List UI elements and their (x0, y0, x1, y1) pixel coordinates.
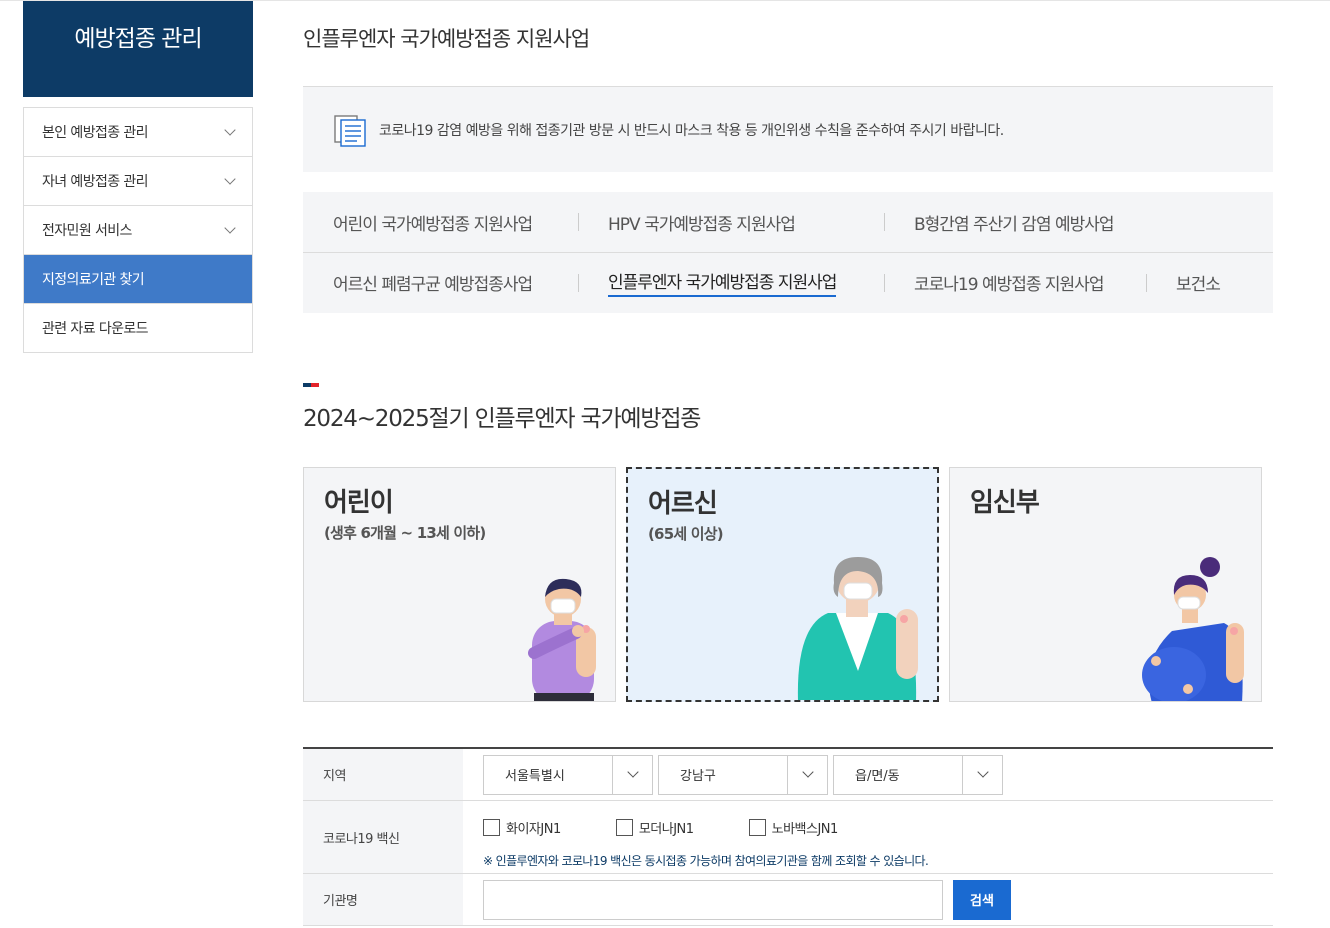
chevron-down-icon (962, 755, 1002, 794)
tab-divider (578, 213, 579, 231)
tab-row: 어린이 국가예방접종 지원사업 HPV 국가예방접종 지원사업 B형간염 주산기… (303, 192, 1273, 252)
checkbox-box[interactable] (483, 819, 500, 836)
sidebar-item-self-vaccination[interactable]: 본인 예방접종 관리 (24, 108, 252, 157)
tab-hepatitis-b-program[interactable]: B형간염 주산기 감염 예방사업 (914, 210, 1115, 235)
checkbox-box[interactable] (748, 819, 766, 836)
page: 예방접종 관리 본인 예방접종 관리 자녀 예방접종 관리 전자민원 서비스 지… (0, 0, 1330, 928)
checkbox-moderna[interactable]: 모더나JN1 (615, 818, 694, 837)
tab-pneumococcal-program[interactable]: 어르신 폐렴구균 예방접종사업 (333, 270, 533, 295)
tab-row: 어르신 폐렴구균 예방접종사업 인플루엔자 국가예방접종 지원사업 코로나19 … (303, 252, 1273, 312)
form-row-region: 지역 서울특별시 강남구 읍/면/동 (303, 749, 1273, 801)
card-title: 어린이 (324, 488, 394, 518)
sidebar-item-find-clinic[interactable]: 지정의료기관 찾기 (24, 255, 252, 304)
notice-text: 코로나19 감염 예방을 위해 접종기관 방문 시 반드시 마스크 착용 등 개… (379, 122, 1004, 139)
card-subtitle: (65세 이상) (648, 525, 724, 543)
section-title: 2024~2025절기 인플루엔자 국가예방접종 (303, 406, 701, 432)
senior-illustration (797, 557, 918, 700)
form-row-name: 기관명 검색 (303, 874, 1273, 926)
sidebar-item-label: 자녀 예방접종 관리 (42, 174, 149, 190)
select-value: 강남구 (680, 769, 716, 784)
tab-health-center[interactable]: 보건소 (1176, 270, 1221, 295)
child-illustration (528, 578, 596, 701)
tab-hpv-program[interactable]: HPV 국가예방접종 지원사업 (608, 210, 796, 235)
chevron-down-icon (787, 755, 827, 794)
sidebar-item-e-civil-service[interactable]: 전자민원 서비스 (24, 206, 252, 255)
sidebar-item-label: 관련 자료 다운로드 (42, 321, 149, 337)
tab-influenza-program[interactable]: 인플루엔자 국가예방접종 지원사업 (608, 268, 837, 297)
card-subtitle: (생후 6개월 ~ 13세 이하) (324, 524, 486, 542)
page-title: 인플루엔자 국가예방접종 지원사업 (303, 27, 590, 51)
sidebar-item-label: 본인 예방접종 관리 (42, 125, 149, 141)
tab-divider (884, 213, 885, 231)
chevron-down-icon (612, 755, 652, 794)
tab-divider (578, 273, 579, 292)
card-child[interactable]: 어린이 (생후 6개월 ~ 13세 이하) (303, 467, 616, 702)
tab-divider (884, 273, 885, 292)
tab-covid19-program[interactable]: 코로나19 예방접종 지원사업 (914, 270, 1104, 295)
card-pregnant[interactable]: 임신부 (949, 467, 1262, 702)
program-tabs: 어린이 국가예방접종 지원사업 HPV 국가예방접종 지원사업 B형간염 주산기… (303, 192, 1273, 313)
sidebar: 예방접종 관리 본인 예방접종 관리 자녀 예방접종 관리 전자민원 서비스 지… (23, 1, 253, 353)
institution-name-label: 기관명 (303, 874, 463, 925)
select-value: 서울특별시 (505, 769, 565, 784)
search-button[interactable]: 검색 (953, 879, 1011, 920)
checkbox-label: 노바백스JN1 (771, 822, 839, 837)
search-form: 지역 서울특별시 강남구 읍/면/동 코로나19 백신 화이자JN1 모더나JN… (303, 747, 1273, 926)
vaccine-label: 코로나19 백신 (303, 801, 463, 873)
chevron-down-icon (224, 123, 236, 136)
province-select[interactable]: 서울특별시 (483, 754, 653, 795)
sidebar-title: 예방접종 관리 (23, 1, 253, 97)
sidebar-item-label: 전자민원 서비스 (42, 223, 132, 239)
district-select[interactable]: 강남구 (658, 754, 828, 795)
sidebar-menu: 본인 예방접종 관리 자녀 예방접종 관리 전자민원 서비스 지정의료기관 찾기… (23, 107, 253, 353)
sidebar-item-downloads[interactable]: 관련 자료 다운로드 (24, 304, 252, 353)
pregnant-illustration (1142, 557, 1244, 701)
town-select[interactable]: 읍/면/동 (833, 754, 1003, 795)
select-value: 읍/면/동 (855, 769, 900, 784)
document-icon (334, 114, 366, 147)
region-label: 지역 (303, 749, 463, 800)
card-senior[interactable]: 어르신 (65세 이상) (626, 467, 939, 702)
sidebar-item-child-vaccination[interactable]: 자녀 예방접종 관리 (24, 157, 252, 206)
notice-box: 코로나19 감염 예방을 위해 접종기관 방문 시 반드시 마스크 착용 등 개… (303, 86, 1273, 172)
vaccine-hint: ※ 인플루엔자와 코로나19 백신은 동시접종 가능하며 참여의료기관을 함께 … (483, 854, 929, 868)
checkbox-label: 화이자JN1 (506, 822, 561, 837)
section-marker (303, 383, 319, 387)
form-row-vaccine: 코로나19 백신 화이자JN1 모더나JN1 노바백스JN1 ※ 인플루엔자와 (303, 801, 1273, 874)
institution-name-input[interactable] (483, 879, 943, 920)
checkbox-pfizer[interactable]: 화이자JN1 (483, 818, 561, 837)
tab-child-program[interactable]: 어린이 국가예방접종 지원사업 (333, 210, 533, 235)
checkbox-novavax[interactable]: 노바백스JN1 (748, 818, 839, 837)
chevron-down-icon (224, 172, 236, 185)
checkbox-box[interactable] (615, 819, 633, 836)
sidebar-item-label: 지정의료기관 찾기 (42, 272, 145, 288)
tab-divider (1146, 273, 1147, 292)
card-title: 임신부 (970, 488, 1040, 518)
card-title: 어르신 (648, 489, 718, 519)
checkbox-label: 모더나JN1 (638, 822, 694, 837)
chevron-down-icon (224, 221, 236, 234)
